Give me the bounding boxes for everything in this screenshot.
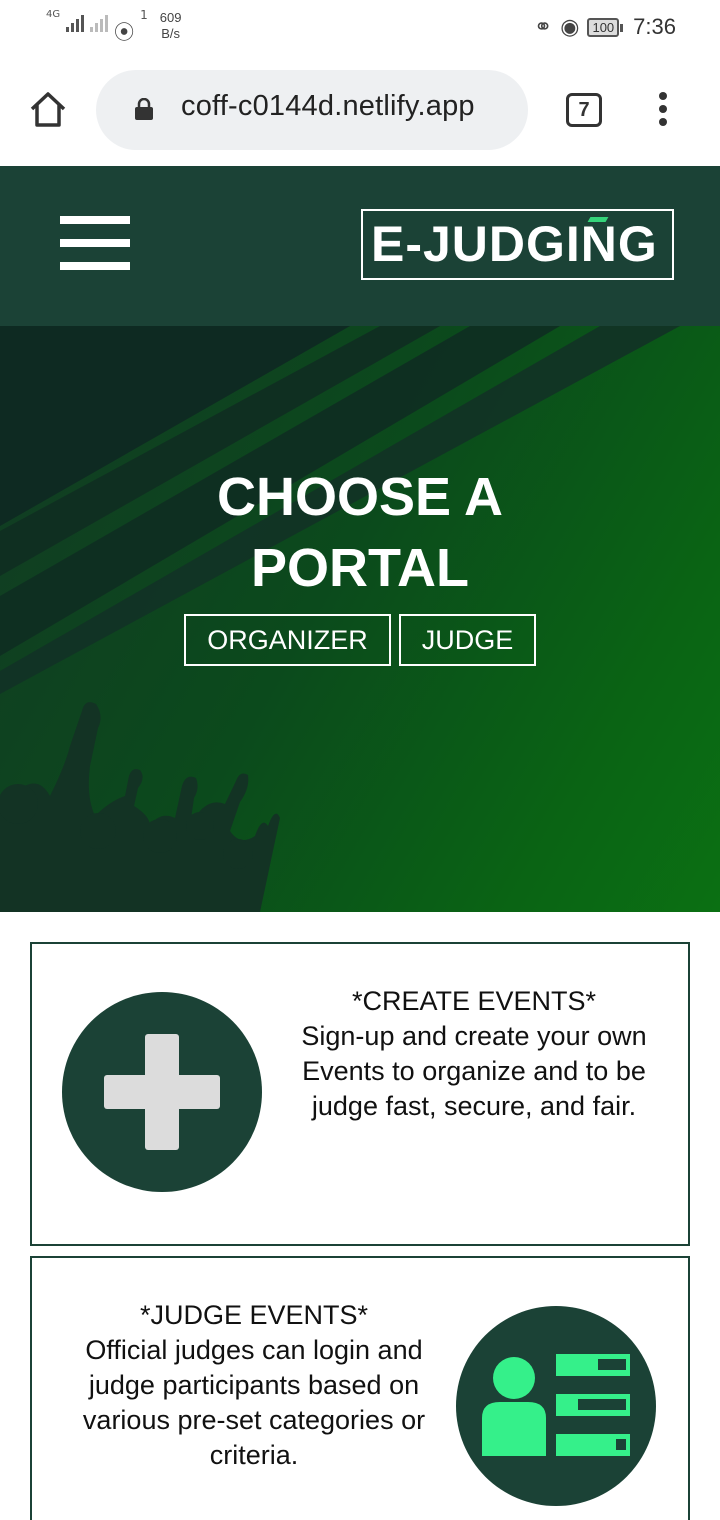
browser-toolbar: coff-c0144d.netlify.app 7 [0,56,720,166]
create-events-heading: *CREATE EVENTS* [351,986,597,1016]
speed-unit: B/s [161,26,181,41]
hotspot-icon: ⦿ [114,22,135,44]
status-left: 4G ⦿ 1 609 B/s [46,8,182,45]
plus-icon [104,1034,220,1150]
status-bar: 4G ⦿ 1 609 B/s ⚭ ◉ 100 7:36 [0,0,720,56]
create-events-text: *CREATE EVENTS* Sign-up and create your … [282,984,666,1124]
network-speed: 609 B/s [160,10,182,42]
address-bar[interactable]: coff-c0144d.netlify.app [96,70,528,150]
battery-icon: 100 [587,17,623,37]
home-icon[interactable] [28,90,68,130]
judge-events-heading: *JUDGE EVENTS* [139,1300,369,1330]
organizer-button[interactable]: ORGANIZER [184,614,391,666]
portal-buttons: ORGANIZER JUDGE [184,614,536,666]
site-header: E-JUDGING [0,166,720,326]
logo-text: E-JUDGING [371,216,658,272]
clock: 7:36 [633,14,676,39]
site-logo[interactable]: E-JUDGING [361,209,674,280]
signal-2-icon [90,14,109,32]
hamburger-menu-icon[interactable] [60,216,130,270]
judge-events-text: *JUDGE EVENTS* Official judges can login… [56,1298,452,1473]
hero-title-line2: PORTAL [251,538,469,598]
network-type: 4G [46,9,61,20]
tab-switcher-button[interactable]: 7 [566,93,602,127]
create-events-card: *CREATE EVENTS* Sign-up and create your … [30,942,690,1246]
headphones-icon: ⚭ [533,14,553,39]
judge-events-card: *JUDGE EVENTS* Official judges can login… [30,1256,690,1520]
create-events-icon-circle [62,992,262,1192]
signal-icon [66,14,85,32]
menu-kebab-icon[interactable] [656,92,670,132]
hero-title-line1: CHOOSE A [216,467,504,527]
lock-icon [135,98,153,120]
hotspot-count: 1 [140,8,148,22]
judge-events-body: Official judges can login and judge part… [82,1335,426,1470]
judge-list-icon [482,1354,630,1456]
judge-events-icon-circle [456,1306,656,1506]
crowd-silhouette [0,702,280,912]
create-events-body: Sign-up and create your own Events to or… [301,1021,647,1121]
url-text: coff-c0144d.netlify.app [181,90,475,122]
hero-title: CHOOSE A PORTAL [0,462,720,604]
judge-button[interactable]: JUDGE [399,614,536,666]
speed-value: 609 [159,10,182,25]
eye-icon: ◉ [560,14,580,39]
logo-accent-mark [587,217,609,222]
hero-section: CHOOSE A PORTAL ORGANIZER JUDGE [0,326,720,912]
status-right: ⚭ ◉ 100 7:36 [534,14,676,40]
